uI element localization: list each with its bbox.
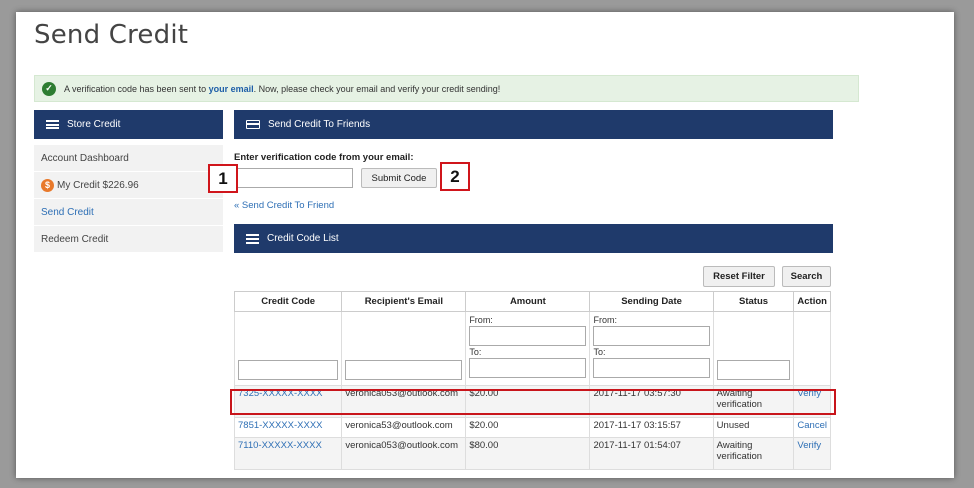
success-alert: ✓ A verification code has been sent to y…	[34, 75, 859, 102]
filter-amount-from-input[interactable]	[469, 326, 587, 346]
sidebar-header-label: Store Credit	[67, 119, 121, 130]
recipient-email: veronica053@outlook.com	[341, 437, 467, 470]
sending-date: 2017-11-17 01:54:07	[589, 437, 714, 470]
status: Unused	[712, 417, 795, 438]
credit-card-icon	[246, 120, 260, 129]
sidebar-item-my-credit[interactable]: $ My Credit $226.96	[34, 172, 223, 199]
amount: $80.00	[465, 437, 591, 470]
column-header[interactable]: Status	[712, 291, 795, 312]
filter-amount-to-input[interactable]	[469, 358, 587, 378]
column-header[interactable]: Amount	[465, 291, 591, 312]
verify-link[interactable]: Verify	[793, 437, 831, 470]
sidebar-nav: Account Dashboard $ My Credit $226.96 Se…	[34, 145, 223, 253]
verification-label: Enter verification code from your email:	[234, 152, 414, 163]
send-credit-header: Send Credit To Friends	[234, 110, 833, 139]
sidebar-item-account-dashboard[interactable]: Account Dashboard	[34, 145, 223, 172]
alert-text: A verification code has been sent to you…	[64, 83, 501, 94]
status: Awaiting verification	[712, 437, 795, 470]
column-header: Action	[793, 291, 831, 312]
credit-code-table: Credit Code Recipient's Email Amount Sen…	[233, 291, 831, 470]
page-title: Send Credit	[34, 20, 189, 50]
alert-email-link[interactable]: your email	[209, 84, 254, 94]
filter-email-input[interactable]	[345, 360, 463, 380]
column-header[interactable]: Sending Date	[589, 291, 714, 312]
filter-credit-code-input[interactable]	[238, 360, 339, 380]
submit-code-button[interactable]: Submit Code	[361, 168, 437, 188]
table-header-row: Credit Code Recipient's Email Amount Sen…	[233, 291, 831, 312]
credit-code-link[interactable]: 7110-XXXXX-XXXX	[233, 437, 343, 470]
amount: $20.00	[465, 417, 591, 438]
sending-date: 2017-11-17 03:15:57	[589, 417, 714, 438]
credit-code-list-header: Credit Code List	[234, 224, 833, 253]
filter-date-to-input[interactable]	[593, 358, 710, 378]
menu-icon	[46, 120, 59, 129]
page-frame: Send Credit ✓ A verification code has be…	[16, 12, 954, 478]
filter-status-input[interactable]	[716, 360, 791, 380]
filter-date-from-input[interactable]	[593, 326, 710, 346]
row-highlight-box	[230, 389, 836, 415]
list-icon	[246, 233, 259, 244]
filter-to-label: To:	[593, 347, 606, 357]
sidebar-header[interactable]: Store Credit	[34, 110, 223, 139]
table-row: 7110-XXXXX-XXXX veronica053@outlook.com …	[233, 437, 831, 470]
back-to-send-credit-link[interactable]: « Send Credit To Friend	[234, 200, 334, 211]
verification-code-input[interactable]	[234, 168, 353, 188]
callout-2: 2	[440, 162, 470, 191]
check-circle-icon: ✓	[42, 81, 56, 96]
filter-to-label: To:	[469, 347, 482, 357]
filter-row: From: To: From: To:	[233, 311, 831, 386]
sidebar-item-send-credit[interactable]: Send Credit	[34, 199, 223, 226]
reset-filter-button[interactable]: Reset Filter	[703, 266, 775, 287]
filter-from-label: From:	[469, 315, 493, 325]
cancel-link[interactable]: Cancel	[793, 417, 831, 438]
recipient-email: veronica53@outlook.com	[341, 417, 467, 438]
credit-code-link[interactable]: 7851-XXXXX-XXXX	[233, 417, 343, 438]
column-header[interactable]: Credit Code	[233, 291, 343, 312]
filter-from-label: From:	[593, 315, 617, 325]
sidebar-item-redeem-credit[interactable]: Redeem Credit	[34, 226, 223, 253]
callout-1: 1	[208, 164, 238, 193]
column-header[interactable]: Recipient's Email	[341, 291, 467, 312]
table-row: 7851-XXXXX-XXXX veronica53@outlook.com $…	[233, 417, 831, 438]
search-button[interactable]: Search	[782, 266, 831, 287]
dollar-coin-icon: $	[41, 178, 54, 192]
